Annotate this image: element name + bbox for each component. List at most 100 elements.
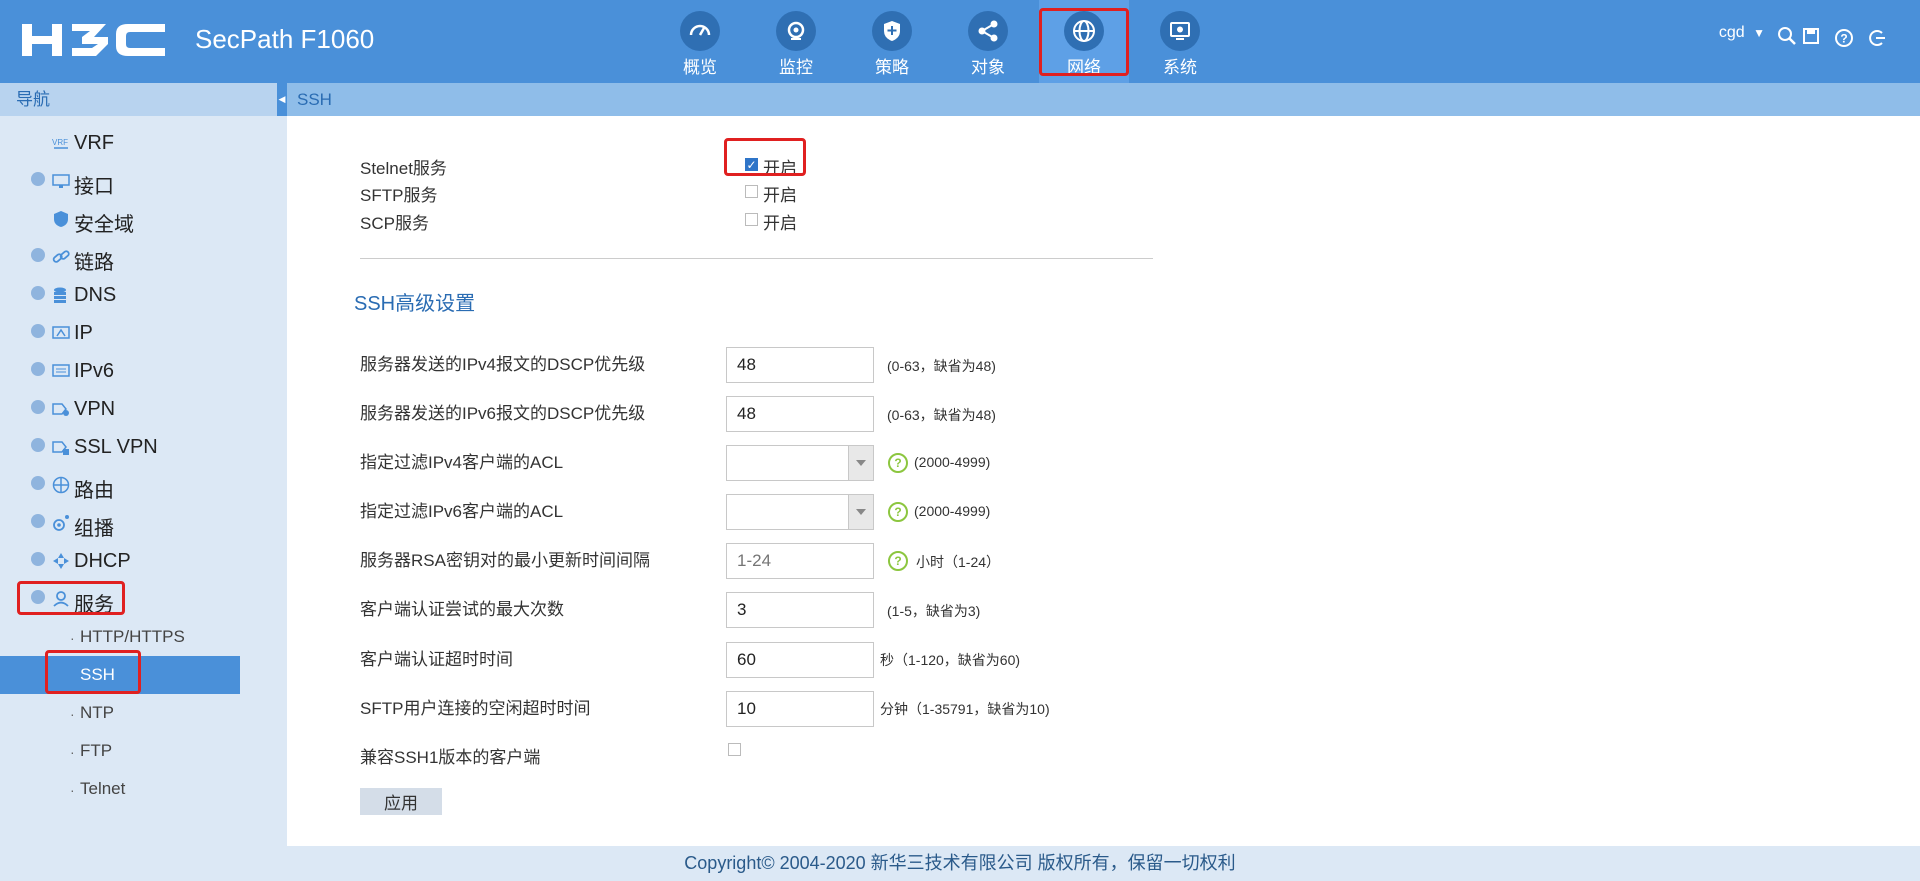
expand-icon[interactable]	[31, 438, 45, 452]
tab-network[interactable]: 网络	[1039, 0, 1129, 83]
scp-enable-checkbox[interactable]	[745, 213, 758, 226]
sidebar-item-dns[interactable]: DNS	[0, 276, 287, 314]
apply-button[interactable]: 应用	[360, 788, 442, 815]
max-auth-attempts-hint: (1-5，缺省为3)	[887, 603, 981, 619]
tab-objects[interactable]: 对象	[943, 0, 1033, 83]
auth-timeout-input[interactable]	[726, 642, 874, 678]
chevron-down-icon[interactable]	[848, 446, 873, 480]
logout-icon[interactable]	[1867, 28, 1887, 48]
breadcrumb-current: SSH	[297, 90, 332, 109]
expand-icon[interactable]	[31, 476, 45, 490]
sidebar-item-multicast[interactable]: 组播	[0, 504, 287, 542]
sidebar-subitem-http-https[interactable]: · HTTP/HTTPS	[0, 618, 240, 656]
sidebar-item-label: IPv6	[74, 360, 115, 382]
route-icon	[52, 476, 70, 494]
expand-icon[interactable]	[31, 248, 45, 262]
ipv4-dscp-input[interactable]	[726, 347, 874, 383]
sidebar-item-ssl-vpn[interactable]: SSL VPN	[0, 428, 287, 466]
help-icon[interactable]: ?	[888, 453, 908, 473]
expand-icon[interactable]	[31, 362, 45, 376]
collapse-icon[interactable]	[31, 590, 45, 604]
sidebar-item-label: 组播	[74, 518, 114, 540]
sftp-enable-label: 开启	[763, 186, 797, 205]
database-icon	[54, 287, 66, 303]
sftp-enable-checkbox[interactable]	[745, 185, 758, 198]
tab-policy[interactable]: 策略	[847, 0, 937, 83]
advanced-settings-title: SSH高级设置	[354, 293, 476, 315]
sidebar-subitem-ftp[interactable]: · FTP	[0, 732, 240, 770]
stelnet-enable-label: 开启	[763, 159, 797, 178]
expand-icon[interactable]	[31, 324, 45, 338]
multicast-icon	[53, 515, 69, 531]
sidebar-item-vrf[interactable]: VRF VRF	[0, 124, 287, 162]
sidebar-item-interface[interactable]: 接口	[0, 162, 287, 200]
sftp-idle-timeout-input[interactable]	[726, 691, 874, 727]
expand-icon[interactable]	[31, 286, 45, 300]
sidebar-item-label: 接口	[74, 176, 114, 198]
sftp-idle-timeout-label: SFTP用户连接的空闲超时时间	[360, 699, 591, 718]
sidebar-item-label: IP	[74, 322, 93, 344]
sidebar-subitem-label: Telnet	[80, 779, 126, 798]
sidebar-item-route[interactable]: 路由	[0, 466, 287, 504]
sidebar-item-link[interactable]: 链路	[0, 238, 287, 276]
sidebar-item-ip[interactable]: IP	[0, 314, 287, 352]
copyright-footer: Copyright© 2004-2020 新华三技术有限公司 版权所有，保留一切…	[0, 846, 1920, 881]
sidebar-item-vpn[interactable]: VPN	[0, 390, 287, 428]
user-menu[interactable]: cgd ▼	[1719, 24, 1765, 42]
ipv6-icon	[52, 364, 70, 377]
tab-label: 网络	[1067, 58, 1101, 77]
sidebar-subitem-label: FTP	[80, 741, 113, 760]
expand-icon[interactable]	[31, 172, 45, 186]
expand-icon[interactable]	[31, 400, 45, 414]
sidebar-item-service[interactable]: 服务	[0, 580, 287, 618]
search-icon[interactable]	[1777, 26, 1797, 46]
sslvpn-icon	[52, 441, 69, 455]
help-icon[interactable]: ?	[888, 502, 908, 522]
rsa-interval-hint: 小时（1-24）	[916, 554, 1001, 570]
product-name: SecPath F1060	[195, 24, 375, 54]
service-icon	[53, 591, 69, 607]
auth-timeout-label: 客户端认证超时时间	[360, 650, 513, 669]
sidebar-item-dhcp[interactable]: DHCP	[0, 542, 287, 580]
save-icon[interactable]	[1801, 26, 1821, 46]
expand-icon[interactable]	[31, 552, 45, 566]
ssh1-compat-label: 兼容SSH1版本的客户端	[360, 748, 541, 767]
sidebar-header: 导航 ◀	[0, 83, 287, 116]
ipv6-dscp-input[interactable]	[726, 396, 874, 432]
top-navigation-bar: SecPath F1060 概览 监控 策略 对象 网络 系统 cgd ▼ ?	[0, 0, 1920, 83]
sidebar-item-label: VPN	[74, 398, 116, 420]
sidebar-item-label: DNS	[74, 284, 117, 306]
collapse-sidebar-icon[interactable]: ◀	[277, 83, 287, 116]
tab-monitor[interactable]: 监控	[751, 0, 841, 83]
shield-icon	[54, 211, 68, 227]
ssh1-compat-checkbox[interactable]	[728, 743, 741, 756]
sidebar-subitem-telnet[interactable]: · Telnet	[0, 770, 240, 808]
tab-overview[interactable]: 概览	[655, 0, 745, 83]
chevron-down-icon[interactable]	[848, 495, 873, 529]
help-icon[interactable]: ?	[888, 551, 908, 571]
sidebar-item-label: 路由	[74, 480, 114, 502]
ipv6-dscp-hint: (0-63，缺省为48)	[887, 407, 996, 423]
sidebar-item-security-zone[interactable]: 安全域	[0, 200, 287, 238]
expand-icon[interactable]	[31, 514, 45, 528]
sidebar-item-ipv6[interactable]: IPv6	[0, 352, 287, 390]
max-auth-attempts-input[interactable]	[726, 592, 874, 628]
sftp-idle-timeout-hint: 分钟（1-35791，缺省为10)	[880, 701, 1050, 717]
sidebar-subitem-ntp[interactable]: · NTP	[0, 694, 240, 732]
sidebar-subitem-ssh[interactable]: SSH	[0, 656, 240, 694]
tab-label: 监控	[779, 58, 813, 77]
ipv4-acl-label: 指定过滤IPv4客户端的ACL	[360, 453, 564, 472]
tab-system[interactable]: 系统	[1135, 0, 1225, 83]
stelnet-enable-checkbox[interactable]: ✓	[745, 158, 758, 171]
sidebar-item-label: 服务	[74, 594, 114, 616]
share-nodes-icon	[968, 11, 1008, 51]
help-icon[interactable]: ?	[1834, 28, 1854, 48]
ip-icon	[52, 326, 70, 339]
tab-label: 对象	[971, 58, 1005, 77]
ipv6-acl-select[interactable]	[726, 494, 874, 530]
scp-enable-label: 开启	[763, 214, 797, 233]
rsa-interval-input[interactable]	[726, 543, 874, 579]
h3c-logo	[22, 24, 165, 56]
ipv4-acl-select[interactable]	[726, 445, 874, 481]
chevron-down-icon: ▼	[1753, 26, 1765, 40]
